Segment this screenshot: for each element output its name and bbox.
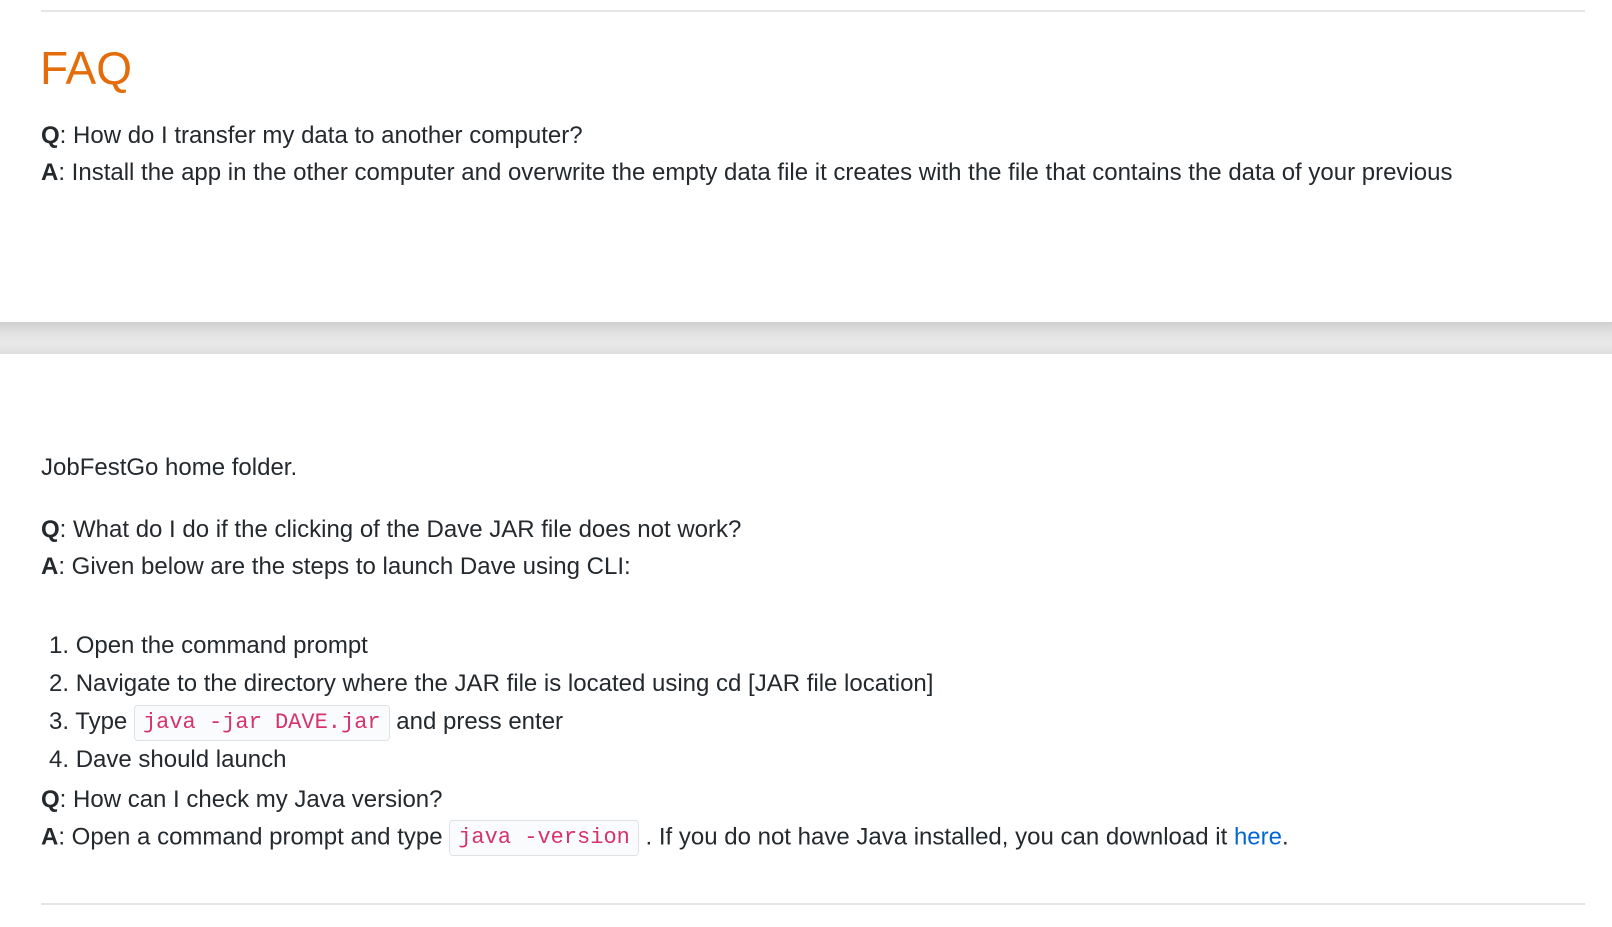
faq-answer-2: A: Given below are the steps to launch D… bbox=[41, 550, 631, 584]
faq-heading: FAQ bbox=[40, 42, 133, 94]
code-snippet: java -jar DAVE.jar bbox=[133, 704, 390, 741]
page-break-gap bbox=[0, 322, 1612, 354]
answer-prefix: A bbox=[41, 553, 59, 580]
step-text: Navigate to the directory where the JAR … bbox=[75, 670, 934, 697]
faq-answer-1-continued: JobFestGo home folder. bbox=[41, 454, 298, 481]
bottom-divider bbox=[41, 903, 1585, 905]
question-text: : What do I do if the clicking of the Da… bbox=[59, 516, 742, 543]
question-text: : How can I check my Java version? bbox=[59, 786, 443, 813]
faq-answer-3: A: Open a command prompt and type java -… bbox=[41, 820, 1289, 856]
step-text: Type bbox=[75, 708, 128, 735]
step-number: 4. bbox=[49, 746, 70, 773]
answer-text: : Given below are the steps to launch Da… bbox=[58, 553, 631, 580]
faq-question-2: Q: What do I do if the clicking of the D… bbox=[41, 513, 741, 547]
answer-text: : Open a command prompt and type bbox=[58, 823, 443, 851]
question-prefix: Q bbox=[41, 786, 60, 813]
step-text: Open the command prompt bbox=[75, 632, 368, 659]
answer-text: . If you do not have Java installed, you… bbox=[645, 823, 1228, 851]
cli-steps-list: 1. Open the command prompt 2. Navigate t… bbox=[49, 627, 933, 779]
list-item: 1. Open the command prompt bbox=[49, 627, 933, 665]
question-prefix: Q bbox=[41, 122, 60, 149]
step-number: 3. bbox=[49, 708, 70, 735]
list-item: 4. Dave should launch bbox=[49, 741, 933, 779]
question-text: : How do I transfer my data to another c… bbox=[59, 122, 583, 149]
top-divider bbox=[41, 10, 1585, 12]
step-number: 1. bbox=[49, 632, 70, 659]
step-text: and press enter bbox=[396, 708, 564, 735]
answer-prefix: A bbox=[41, 823, 59, 851]
answer-text: : Install the app in the other computer … bbox=[58, 159, 1453, 186]
answer-end: . bbox=[1281, 823, 1289, 851]
answer-prefix: A bbox=[41, 159, 59, 186]
question-prefix: Q bbox=[41, 516, 60, 543]
faq-answer-1: A: Install the app in the other computer… bbox=[41, 156, 1452, 190]
list-item: 2. Navigate to the directory where the J… bbox=[49, 665, 933, 703]
step-text: Dave should launch bbox=[75, 746, 287, 773]
code-snippet: java -version bbox=[449, 820, 639, 856]
faq-question-3: Q: How can I check my Java version? bbox=[41, 783, 443, 817]
step-number: 2. bbox=[49, 670, 70, 697]
faq-question-1: Q: How do I transfer my data to another … bbox=[41, 119, 583, 153]
list-item: 3. Type java -jar DAVE.jar and press ent… bbox=[49, 703, 933, 741]
java-download-link[interactable]: here bbox=[1234, 823, 1282, 850]
